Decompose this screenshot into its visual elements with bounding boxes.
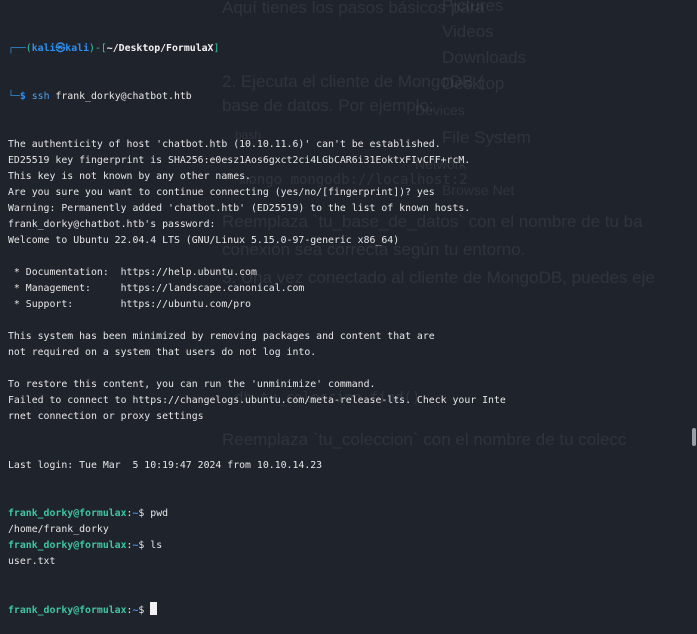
- command-name: ssh: [31, 91, 50, 103]
- output-line: Welcome to Ubuntu 22.04.4 LTS (GNU/Linux…: [8, 235, 400, 247]
- prompt-dollar: $: [138, 604, 151, 616]
- output-line: rnet connection or proxy settings: [8, 411, 204, 423]
- active-prompt[interactable]: frank_dorky@formulax:~$: [8, 601, 697, 618]
- output-line: frank_dorky@chatbot.htb's password:: [8, 219, 222, 231]
- scrollbar[interactable]: [692, 428, 696, 446]
- output-line: To restore this content, you can run the…: [8, 379, 376, 391]
- prompt-host: kali: [65, 43, 90, 55]
- command-text: pwd: [150, 507, 169, 519]
- prompt-dollar: $: [138, 507, 151, 519]
- text-cursor: [150, 601, 158, 615]
- output-line: /home/frank_dorky: [8, 523, 109, 535]
- output-line: * Documentation: https://help.ubuntu.com: [8, 267, 257, 279]
- command-args: frank_dorky@chatbot.htb: [49, 91, 192, 103]
- prompt-user: kali: [31, 43, 56, 55]
- output-line: * Management: https://landscape.canonica…: [8, 283, 305, 295]
- prompt-userhost: frank_dorky@formulax: [8, 507, 127, 519]
- output-line: Failed to connect to https://changelogs.…: [8, 395, 506, 407]
- output-line: The authenticity of host 'chatbot.htb (1…: [8, 139, 441, 151]
- output-line: This key is not known by any other names…: [8, 171, 251, 183]
- output-line: Are you sure you want to continue connec…: [8, 187, 435, 199]
- prompt-dollar: $: [138, 539, 151, 551]
- prompt-userhost: frank_dorky@formulax: [8, 604, 127, 616]
- output-line: * Support: https://ubuntu.com/pro: [8, 299, 251, 311]
- prompt-at-symbol: ㉿: [55, 43, 66, 55]
- prompt-line: frank_dorky@formulax:~$ pwd: [8, 506, 697, 522]
- output-line: Warning: Permanently added 'chatbot.htb'…: [8, 203, 471, 215]
- terminal-output[interactable]: ┌──(kali㉿kali)-[~/Desktop/FormulaX] └─$ …: [8, 9, 697, 634]
- command-line: └─$ ssh frank_dorky@chatbot.htb: [8, 91, 192, 103]
- prompt-path: ~/Desktop/FormulaX: [106, 43, 214, 55]
- output-line: Last login: Tue Mar 5 10:19:47 2024 from…: [8, 459, 323, 471]
- output-line: This system has been minimized by removi…: [8, 331, 435, 343]
- prompt-userhost: frank_dorky@formulax: [8, 539, 127, 551]
- output-line: user.txt: [8, 555, 56, 567]
- command-text: ls: [150, 539, 163, 551]
- output-line: ED25519 key fingerprint is SHA256:e0esz1…: [8, 155, 471, 167]
- prompt-header: ┌──(kali㉿kali)-[~/Desktop/FormulaX]: [8, 43, 220, 55]
- prompt-line: frank_dorky@formulax:~$ ls: [8, 538, 697, 554]
- output-line: not required on a system that users do n…: [8, 347, 317, 359]
